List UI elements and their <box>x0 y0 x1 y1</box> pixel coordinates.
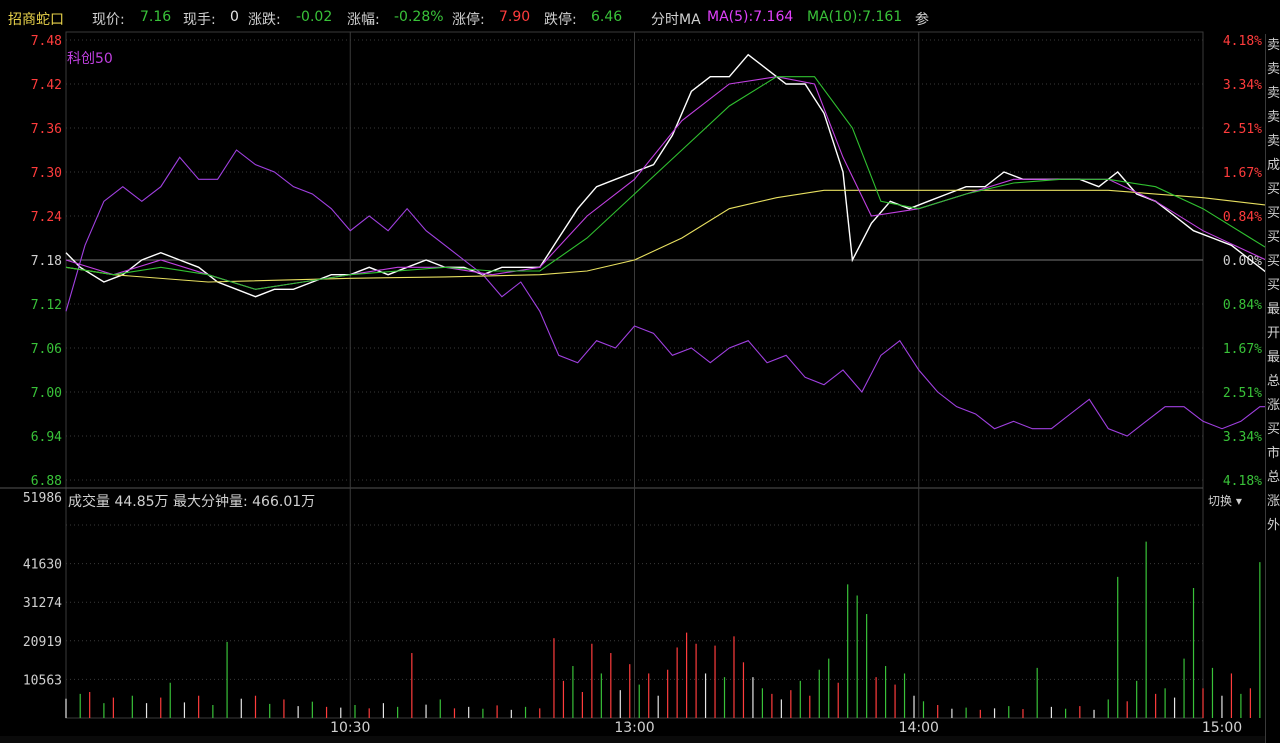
right-panel-label: 卖 <box>1266 38 1280 53</box>
price-tick-label: 7.48 <box>31 34 62 49</box>
right-quote-panel: 卖卖卖卖卖成买买买买买最开最总涨买市总涨外 <box>1265 34 1280 743</box>
switch-button[interactable]: 切换 ▾ <box>1208 492 1242 509</box>
right-panel-label: 开 <box>1266 326 1280 341</box>
series-line-ma10 <box>65 76 1265 290</box>
right-panel-label: 买 <box>1266 278 1280 293</box>
series-line-ma5 <box>65 76 1265 290</box>
percent-tick-label: 0.84% <box>1223 298 1262 313</box>
right-panel-label: 买 <box>1266 182 1280 197</box>
volume-axis: 51986 41630 31274 20919 10563 <box>23 491 62 688</box>
volume-tick-label: 10563 <box>23 673 62 688</box>
right-panel-label: 市 <box>1266 446 1280 461</box>
volume-tick-label: 20919 <box>23 635 62 650</box>
right-panel-label: 最 <box>1266 350 1280 365</box>
right-panel-label: 买 <box>1266 230 1280 245</box>
series-line-index <box>65 149 1265 437</box>
volume-tick-label: 41630 <box>23 558 62 573</box>
price-tick-label: 7.24 <box>31 210 62 225</box>
price-tick-label: 7.18 <box>31 254 62 269</box>
chart-grid <box>0 31 1204 719</box>
price-tick-label: 6.88 <box>31 474 62 489</box>
intraday-chart[interactable]: 7.48 7.42 7.36 7.30 7.24 7.18 7.12 7.06 7.00 6.94… <box>0 0 1265 743</box>
price-tick-label: 7.30 <box>31 166 62 181</box>
right-panel-label: 买 <box>1266 206 1280 221</box>
right-panel-label: 买 <box>1266 422 1280 437</box>
right-panel-label: 总 <box>1266 374 1280 389</box>
right-panel-label: 卖 <box>1266 110 1280 125</box>
right-panel-label: 最 <box>1266 302 1280 317</box>
right-panel-label: 涨 <box>1266 494 1280 509</box>
right-panel-label: 外 <box>1266 518 1280 533</box>
percent-tick-label: 3.34% <box>1223 78 1262 93</box>
percent-tick-label: 0.00% <box>1223 254 1262 269</box>
right-panel-label: 涨 <box>1266 398 1280 413</box>
percent-tick-label: 4.18% <box>1223 474 1262 489</box>
price-tick-label: 7.42 <box>31 78 62 93</box>
right-panel-label: 成 <box>1266 158 1280 173</box>
volume-tick-label: 51986 <box>23 491 62 506</box>
price-tick-label: 7.00 <box>31 386 62 401</box>
percent-tick-label: 3.34% <box>1223 430 1262 445</box>
time-tick-label: 13:00 <box>614 720 654 736</box>
price-tick-label: 6.94 <box>31 430 62 445</box>
time-tick-label: 14:00 <box>899 720 939 736</box>
bottom-status-bar <box>0 736 1265 743</box>
percent-tick-label: 1.67% <box>1223 166 1262 181</box>
percent-tick-label: 4.18% <box>1223 34 1262 49</box>
price-lines <box>65 53 1265 437</box>
time-axis: 10:30 13:00 14:00 15:00 <box>330 720 1242 736</box>
right-panel-label: 卖 <box>1266 134 1280 149</box>
time-tick-label: 10:30 <box>330 720 370 736</box>
overlay-index-label: 科创50 <box>67 51 113 67</box>
right-panel-label: 卖 <box>1266 86 1280 101</box>
price-axis-left: 7.48 7.42 7.36 7.30 7.24 7.18 7.12 7.06 7.00 6.94… <box>31 34 62 489</box>
right-panel-label: 总 <box>1266 470 1280 485</box>
percent-tick-label: 2.51% <box>1223 386 1262 401</box>
right-panel-label: 卖 <box>1266 62 1280 77</box>
volume-info: 成交量 44.85万 最大分钟量: 466.01万 <box>68 493 315 510</box>
time-tick-label: 15:00 <box>1202 720 1242 736</box>
price-tick-label: 7.36 <box>31 122 62 137</box>
percent-tick-label: 1.67% <box>1223 342 1262 357</box>
series-line-avg <box>65 189 1265 283</box>
right-panel-label: 买 <box>1266 254 1280 269</box>
price-tick-label: 7.12 <box>31 298 62 313</box>
price-tick-label: 7.06 <box>31 342 62 357</box>
percent-tick-label: 2.51% <box>1223 122 1262 137</box>
volume-tick-label: 31274 <box>23 596 62 611</box>
volume-bars <box>65 541 1261 718</box>
percent-tick-label: 0.84% <box>1223 210 1262 225</box>
